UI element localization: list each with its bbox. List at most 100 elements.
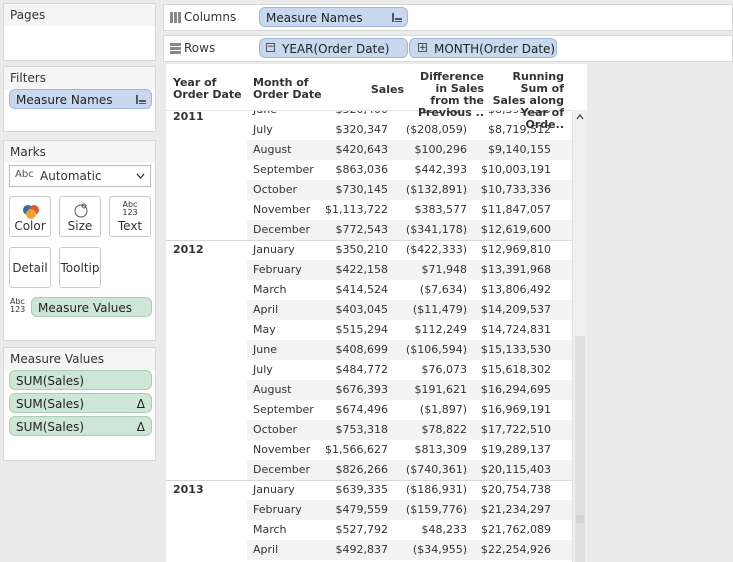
sales-cell: $479,559 xyxy=(335,503,389,516)
running-sum-cell: $21,762,089 xyxy=(481,523,551,536)
sales-cell: $320,347 xyxy=(335,123,389,136)
color-label: Color xyxy=(14,219,46,233)
header-year[interactable]: Year of Order Date xyxy=(173,77,247,101)
rows-pill-year[interactable]: − YEAR(Order Date) xyxy=(259,38,408,58)
measure-values-pill[interactable]: Measure Values xyxy=(31,297,152,317)
sales-cell: $639,335 xyxy=(335,483,389,496)
mark-type-select[interactable]: Abc Automatic xyxy=(9,165,151,187)
difference-cell: ($208,059) xyxy=(405,123,467,136)
sales-cell: $408,699 xyxy=(335,343,389,356)
difference-cell: ($341,178) xyxy=(405,223,467,236)
rows-icon xyxy=(170,43,181,54)
table-row[interactable]: September $863,036 $442,393 $10,003,191 xyxy=(247,160,573,180)
columns-label: Columns xyxy=(184,10,237,24)
difference-cell: $100,296 xyxy=(414,143,468,156)
vertical-scrollbar[interactable] xyxy=(572,110,587,562)
sales-cell: $527,792 xyxy=(335,523,389,536)
size-label: Size xyxy=(67,219,93,233)
table-row[interactable]: March $414,524 ($7,634) $13,806,492 xyxy=(247,280,573,300)
expand-icon: + xyxy=(418,43,427,53)
text-button[interactable]: Abc 123 Text xyxy=(109,196,151,237)
table-row[interactable]: June $408,699 ($106,594) $15,133,530 xyxy=(247,340,573,360)
table-row[interactable]: April $403,045 ($11,479) $14,209,537 xyxy=(247,300,573,320)
table-row[interactable]: December $826,266 ($740,361) $20,115,403 xyxy=(247,460,573,480)
table-row[interactable]: October $753,318 $78,822 $17,722,510 xyxy=(247,420,573,440)
filter-icon xyxy=(136,95,146,104)
table-row[interactable]: March $527,792 $48,233 $21,762,089 xyxy=(247,520,573,540)
marks-title: Marks xyxy=(4,141,155,163)
running-sum-cell: $15,133,530 xyxy=(481,343,551,356)
scrollbar-thumb[interactable] xyxy=(575,336,585,562)
pages-card: Pages xyxy=(3,3,156,61)
header-difference[interactable]: Difference in Sales from the Previous .. xyxy=(407,71,484,119)
rows-pill-month-label: MONTH(Order Date) xyxy=(434,42,556,56)
table-row[interactable]: December $772,543 ($341,178) $12,619,600 xyxy=(247,220,573,240)
difference-cell: ($740,361) xyxy=(405,463,467,476)
sales-cell: $674,496 xyxy=(335,403,389,416)
month-cell: March xyxy=(253,523,287,536)
difference-cell: $813,309 xyxy=(414,443,468,456)
rows-pill-year-label: YEAR(Order Date) xyxy=(282,42,390,56)
year-label[interactable]: 2013 xyxy=(173,483,204,496)
measure-value-pill-3[interactable]: SUM(Sales) Δ xyxy=(9,416,152,436)
month-cell: March xyxy=(253,283,287,296)
header-running-sum[interactable]: Running Sum of Sales along Year of Orde.… xyxy=(486,71,564,131)
table-row[interactable]: July $484,772 $76,073 $15,618,302 xyxy=(247,360,573,380)
table-row[interactable]: April $492,837 ($34,955) $22,254,926 xyxy=(247,540,573,560)
year-label[interactable]: 2012 xyxy=(173,243,204,256)
difference-cell: ($106,594) xyxy=(405,343,467,356)
sales-cell: $420,643 xyxy=(335,143,389,156)
rows-pill-month[interactable]: + MONTH(Order Date) xyxy=(409,38,557,58)
abc-icon: Abc xyxy=(15,169,34,180)
table-row[interactable]: September $674,496 ($1,897) $16,969,191 xyxy=(247,400,573,420)
sales-cell: $350,210 xyxy=(335,243,389,256)
measure-value-pill-1[interactable]: SUM(Sales) xyxy=(9,370,152,390)
running-sum-cell: $13,391,968 xyxy=(481,263,551,276)
table-row[interactable]: November $1,566,627 $813,309 $19,289,137 xyxy=(247,440,573,460)
header-sales[interactable]: Sales xyxy=(356,84,404,96)
size-button[interactable]: Size xyxy=(59,196,101,237)
crosstab-view[interactable]: Year of Order Date Month of Order Date S… xyxy=(166,64,587,562)
size-icon xyxy=(74,203,88,218)
month-cell: February xyxy=(253,263,302,276)
table-row[interactable]: February $479,559 ($159,776) $21,234,297 xyxy=(247,500,573,520)
tooltip-button[interactable]: Tooltip xyxy=(59,247,101,288)
running-sum-cell: $17,722,510 xyxy=(481,423,551,436)
table-row[interactable]: August $676,393 $191,621 $16,294,695 xyxy=(247,380,573,400)
month-cell: December xyxy=(253,223,311,236)
color-button[interactable]: Color xyxy=(9,196,51,237)
header-month[interactable]: Month of Order Date xyxy=(253,77,323,101)
table-row[interactable]: August $420,643 $100,296 $9,140,155 xyxy=(247,140,573,160)
sales-cell: $826,266 xyxy=(335,463,389,476)
running-sum-cell: $10,003,191 xyxy=(481,163,551,176)
filter-icon xyxy=(392,13,402,22)
table-row[interactable]: May $515,294 $112,249 $14,724,831 xyxy=(247,320,573,340)
month-cell: November xyxy=(253,203,311,216)
table-row[interactable]: February $422,158 $71,948 $13,391,968 xyxy=(247,260,573,280)
columns-shelf[interactable]: Columns Measure Names xyxy=(163,4,733,31)
table-row[interactable]: November $1,113,722 $383,577 $11,847,057 xyxy=(247,200,573,220)
scroll-marker xyxy=(576,515,584,523)
filter-pill-measure-names[interactable]: Measure Names xyxy=(9,89,152,109)
detail-button[interactable]: Detail xyxy=(9,247,51,288)
scroll-up-icon[interactable] xyxy=(576,114,584,120)
measure-value-pill-2[interactable]: SUM(Sales) Δ xyxy=(9,393,152,413)
month-cell: August xyxy=(253,143,292,156)
table-body: June$320,400$33,137$8,393,1052011July$32… xyxy=(166,110,573,562)
delta-icon: Δ xyxy=(136,420,145,434)
table-row[interactable]: October $730,145 ($132,891) $10,733,336 xyxy=(247,180,573,200)
difference-cell: ($186,931) xyxy=(405,483,467,496)
table-row[interactable]: January $639,335 ($186,931) $20,754,738 xyxy=(247,480,573,500)
year-label[interactable]: 2011 xyxy=(173,110,204,123)
measure-value-pill-label: SUM(Sales) xyxy=(16,374,85,388)
running-sum-cell: $11,847,057 xyxy=(481,203,551,216)
sales-cell: $484,772 xyxy=(335,363,389,376)
difference-cell: $442,393 xyxy=(414,163,468,176)
running-sum-cell: $21,234,297 xyxy=(481,503,551,516)
difference-cell: $112,249 xyxy=(414,323,468,336)
rows-shelf[interactable]: Rows − YEAR(Order Date) + MONTH(Order Da… xyxy=(163,35,733,62)
columns-pill-measure-names[interactable]: Measure Names xyxy=(259,7,408,27)
tooltip-label: Tooltip xyxy=(60,261,100,275)
table-row[interactable]: January $350,210 ($422,333) $12,969,810 xyxy=(247,240,573,260)
month-cell: September xyxy=(253,403,314,416)
